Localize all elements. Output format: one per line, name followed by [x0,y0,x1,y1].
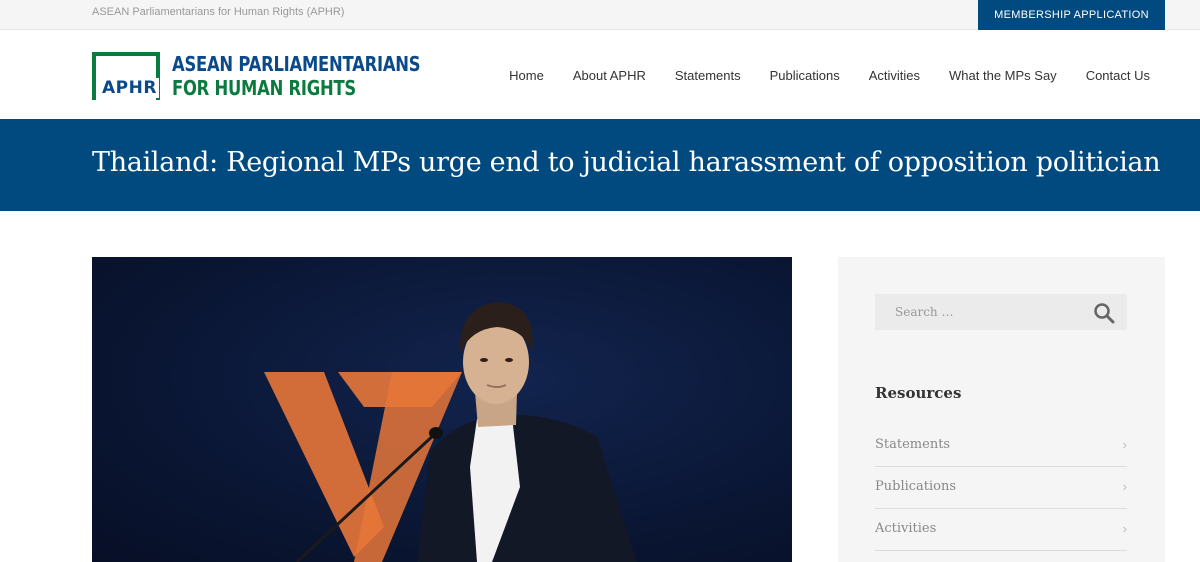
nav-about-aphr[interactable]: About APHR [573,68,646,83]
membership-application-button[interactable]: MEMBERSHIP APPLICATION [978,0,1165,30]
nav-home[interactable]: Home [509,68,544,83]
nav-statements[interactable]: Statements [675,68,741,83]
resources-list: Statements › Publications › Activities › [875,425,1127,551]
site-logo[interactable]: APHR ASEAN PARLIAMENTARIANS FOR HUMAN RI… [92,52,422,100]
logo-abbreviation: APHR [100,78,159,98]
logo-text-line1: ASEAN PARLIAMENTARIANS [172,52,421,76]
chevron-right-icon: › [1122,437,1127,452]
page-title: Thailand: Regional MPs urge end to judic… [92,147,1161,178]
search-input[interactable] [875,294,1085,330]
nav-what-the-mps-say[interactable]: What the MPs Say [949,68,1057,83]
speaker-photo [264,302,637,562]
resource-link-label: Publications [875,479,957,494]
nav-publications[interactable]: Publications [770,68,840,83]
resources-heading: Resources [875,384,962,402]
site-header: APHR ASEAN PARLIAMENTARIANS FOR HUMAN RI… [0,30,1200,119]
resource-link-label: Statements [875,437,951,452]
chevron-right-icon: › [1122,479,1127,494]
nav-activities[interactable]: Activities [869,68,920,83]
search-form [875,294,1127,330]
page-title-banner: Thailand: Regional MPs urge end to judic… [0,119,1200,211]
logo-text-line2: FOR HUMAN RIGHTS [172,76,356,100]
resource-link-label: Activities [875,521,937,536]
site-tagline: ASEAN Parliamentarians for Human Rights … [92,6,345,18]
article-featured-image [92,257,792,562]
resource-link-publications[interactable]: Publications › [875,467,1127,509]
chevron-right-icon: › [1122,521,1127,536]
nav-contact-us[interactable]: Contact Us [1086,68,1150,83]
search-icon[interactable] [1093,302,1115,324]
top-bar: ASEAN Parliamentarians for Human Rights … [0,0,1200,30]
resource-link-statements[interactable]: Statements › [875,425,1127,467]
resource-link-activities[interactable]: Activities › [875,509,1127,551]
sidebar: Resources Statements › Publications › Ac… [838,257,1165,562]
main-nav: Home About APHR Statements Publications … [480,68,1150,83]
